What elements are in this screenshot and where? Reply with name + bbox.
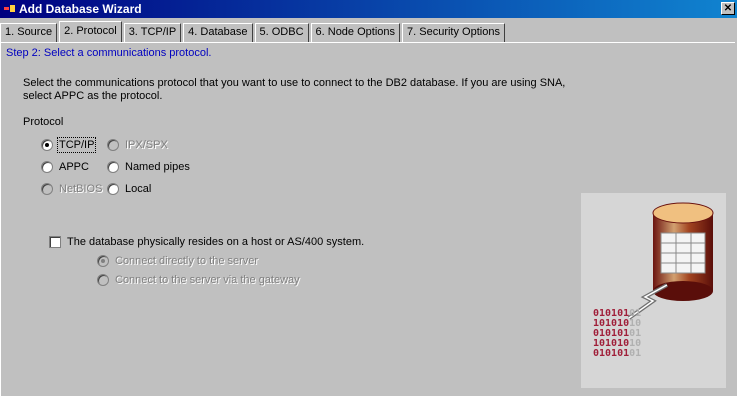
tab-database[interactable]: 4. Database (183, 23, 253, 42)
host-system-checkbox-label: The database physically resides on a hos… (67, 236, 365, 248)
app-icon (4, 4, 16, 14)
radio-indicator (107, 161, 119, 173)
close-icon: ✕ (723, 3, 733, 14)
binary-data-art: 01010101 10101010 01010101 10101010 0101… (593, 309, 641, 359)
checkbox-box (49, 236, 61, 248)
wizard-tabs: 1. Source 2. Protocol 3. TCP/IP 4. Datab… (0, 21, 507, 42)
radio-label-netbios: NetBIOS (59, 183, 103, 195)
tab-node-options[interactable]: 6. Node Options (310, 23, 401, 42)
tab-source[interactable]: 1. Source (0, 23, 58, 42)
database-cylinder-icon (627, 202, 714, 320)
radio-indicator (97, 274, 109, 286)
radio-local[interactable]: Local (107, 183, 151, 195)
radio-connect-directly[interactable]: Connect directly to the server (97, 255, 258, 267)
title-bar[interactable]: Add Database Wizard ✕ (0, 0, 737, 18)
radio-named-pipes[interactable]: Named pipes (107, 161, 190, 173)
radio-indicator (97, 255, 109, 267)
instructions-line-2: select APPC as the protocol. (23, 90, 163, 102)
database-connection-graphic: 01010101 10101010 01010101 10101010 0101… (581, 193, 726, 388)
radio-label-ipxspx: IPX/SPX (125, 139, 168, 151)
protocol-panel: Step 2: Select a communications protocol… (0, 42, 735, 396)
tab-odbc[interactable]: 5. ODBC (254, 23, 309, 42)
instructions-text: Select the communications protocol that … (23, 77, 583, 103)
protocol-group-label: Protocol (23, 116, 64, 128)
radio-label-connect-directly: Connect directly to the server (115, 255, 259, 267)
binary-row-faded: 01 (629, 348, 642, 359)
window-title: Add Database Wizard (19, 2, 142, 16)
radio-indicator (41, 161, 53, 173)
radio-via-gateway[interactable]: Connect to the server via the gateway (97, 274, 300, 286)
radio-appc[interactable]: APPC (41, 161, 89, 173)
radio-label-local: Local (125, 183, 152, 195)
radio-label-via-gateway: Connect to the server via the gateway (115, 274, 300, 286)
radio-tcpip[interactable]: TCP/IP (41, 137, 97, 153)
radio-netbios[interactable]: NetBIOS (41, 183, 102, 195)
radio-label-tcpip: TCP/IP (56, 137, 97, 153)
radio-indicator (41, 183, 53, 195)
radio-label-appc: APPC (59, 161, 89, 173)
instructions-line-1: Select the communications protocol that … (23, 77, 566, 89)
tab-security-options[interactable]: 7. Security Options (402, 23, 505, 42)
radio-indicator (107, 139, 119, 151)
radio-indicator (107, 183, 119, 195)
tab-tcpip[interactable]: 3. TCP/IP (123, 23, 182, 42)
radio-ipxspx[interactable]: IPX/SPX (107, 139, 168, 151)
binary-row: 010101 (593, 348, 630, 359)
close-button[interactable]: ✕ (721, 2, 735, 15)
add-database-wizard-window: Add Database Wizard ✕ 1. Source 2. Proto… (0, 0, 737, 396)
step-heading: Step 2: Select a communications protocol… (6, 47, 212, 59)
tab-protocol[interactable]: 2. Protocol (59, 21, 122, 42)
radio-label-named-pipes: Named pipes (125, 161, 190, 173)
host-system-checkbox[interactable]: The database physically resides on a hos… (49, 236, 364, 248)
radio-indicator (41, 139, 53, 151)
